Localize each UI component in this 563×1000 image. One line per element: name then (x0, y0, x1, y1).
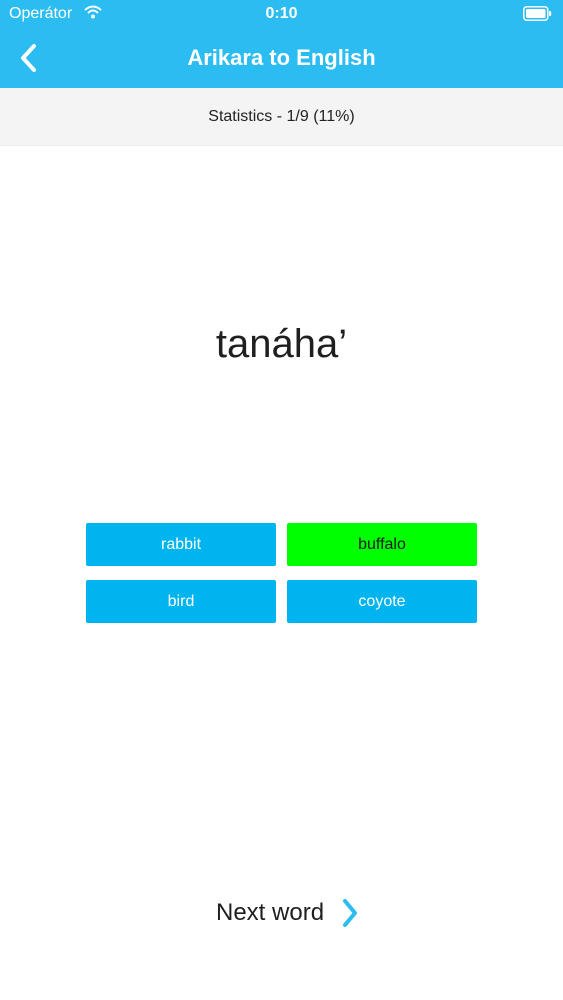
next-word-button[interactable]: Next word (210, 893, 380, 933)
statistics-bar: Statistics - 1/9 (11%) (0, 88, 563, 146)
next-word-label: Next word (216, 899, 325, 926)
quiz-word: tanáha’ (215, 322, 348, 366)
answer-option-buffalo[interactable]: buffalo (287, 523, 477, 566)
statistics-text: Statistics - 1/9 (11%) (208, 107, 355, 125)
nav-bar: Arikara to English (0, 30, 563, 88)
page-title: Arikara to English (187, 45, 376, 70)
status-time: 0:10 (265, 5, 298, 22)
chevron-right-icon (343, 899, 358, 927)
status-bar: Operátor 0:10 (0, 0, 563, 30)
answer-option-rabbit[interactable]: rabbit (86, 523, 276, 566)
app-header: Operátor 0:10 Arikara to English (0, 0, 563, 88)
answer-option-coyote[interactable]: coyote (287, 580, 477, 623)
battery-icon (523, 6, 552, 21)
answer-option-bird[interactable]: bird (86, 580, 276, 623)
